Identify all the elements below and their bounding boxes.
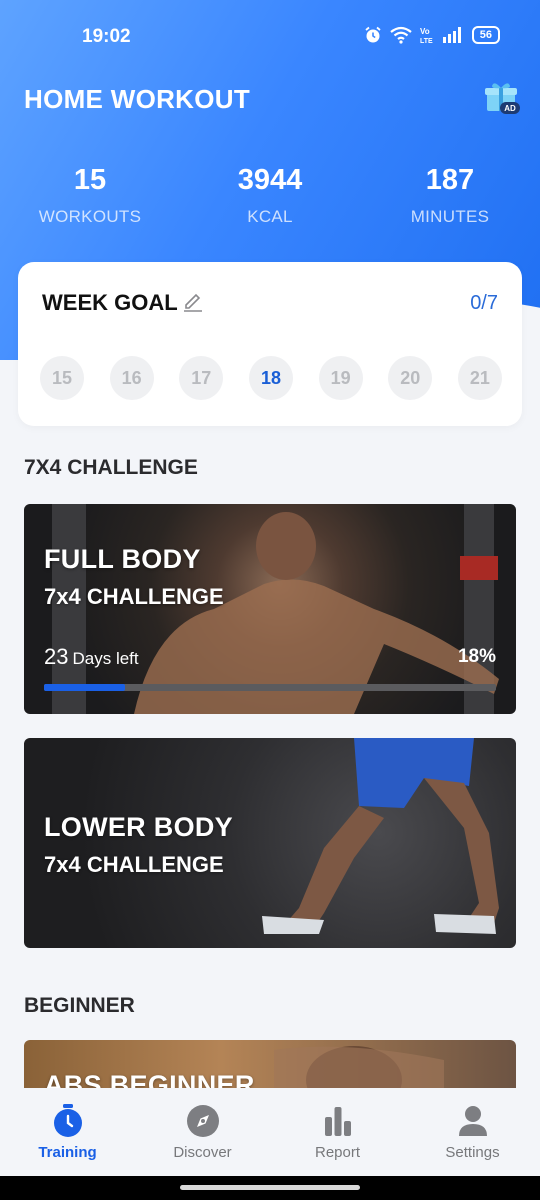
nav-discover[interactable]: Discover	[135, 1088, 270, 1176]
day-circle-today[interactable]: 18	[248, 356, 293, 400]
stat-minutes: 187 MINUTES	[360, 164, 540, 227]
nav-settings[interactable]: Settings	[405, 1088, 540, 1176]
gift-ad-icon[interactable]: AD	[484, 80, 520, 116]
edit-icon[interactable]	[182, 290, 204, 312]
nav-label: Settings	[445, 1144, 500, 1161]
week-goal-title: WEEK GOAL	[42, 290, 178, 315]
week-goal-progress: 0/7	[470, 292, 498, 314]
status-bar: 19:02 Vo LTE 56	[0, 0, 540, 72]
stat-value: 15	[73, 164, 107, 196]
alarm-icon	[365, 26, 381, 43]
day-circle[interactable]: 19	[318, 356, 363, 400]
card-title: LOWER BODY	[44, 812, 233, 842]
stat-value: 3944	[237, 164, 303, 196]
person-icon	[458, 1106, 487, 1136]
app-title: HOME WORKOUT	[24, 84, 251, 114]
volte-icon: Vo LTE	[420, 27, 433, 44]
nav-report[interactable]: Report	[270, 1088, 405, 1176]
card-subtitle: 7x4 CHALLENGE	[44, 852, 224, 877]
stat-value: 187	[425, 164, 475, 196]
progress-percent: 18%	[457, 646, 496, 667]
home-gesture-handle[interactable]	[180, 1185, 360, 1190]
ad-badge: AD	[504, 104, 516, 113]
section-title-beginner: BEGINNER	[24, 994, 135, 1017]
full-body-challenge-card[interactable]: FULL BODY 7x4 CHALLENGE 23 Days left 18%	[24, 504, 516, 714]
card-title: FULL BODY	[44, 544, 201, 574]
stat-label: MINUTES	[410, 207, 490, 226]
compass-icon	[186, 1105, 219, 1137]
day-circle[interactable]: 20	[388, 356, 433, 400]
day-circle[interactable]: 17	[179, 356, 224, 400]
stat-kcal: 3944 KCAL	[180, 164, 360, 227]
status-time: 19:02	[82, 26, 131, 47]
nav-label: Report	[314, 1144, 361, 1161]
progress-track	[44, 684, 496, 691]
stat-label: WORKOUTS	[38, 207, 142, 226]
svg-text:Vo: Vo	[420, 27, 430, 36]
lower-body-challenge-card[interactable]: LOWER BODY 7x4 CHALLENGE	[24, 738, 516, 948]
status-icons: Vo LTE 56	[364, 26, 500, 44]
stat-label: KCAL	[247, 207, 293, 226]
stopwatch-icon	[53, 1104, 82, 1137]
bar-chart-icon	[324, 1107, 351, 1136]
battery-icon: 56	[471, 26, 500, 44]
nav-label: Training	[38, 1144, 97, 1161]
signal-icon	[442, 27, 461, 43]
day-circle[interactable]: 15	[40, 356, 84, 400]
stats-row: 15 WORKOUTS 3944 KCAL 187 MINUTES	[0, 164, 540, 244]
nav-training[interactable]: Training	[0, 1088, 135, 1176]
section-title-challenge: 7X4 CHALLENGE	[24, 456, 198, 479]
wifi-icon	[390, 26, 412, 44]
bottom-nav: Training Discover Report Settings	[0, 1088, 540, 1176]
progress-fill	[44, 684, 126, 691]
day-circle[interactable]: 21	[457, 356, 502, 400]
stat-workouts: 15 WORKOUTS	[0, 164, 180, 227]
days-left-number: 23	[44, 644, 69, 669]
week-goal-card[interactable]: WEEK GOAL 0/7 15 16 17 18 19 20 21	[18, 262, 522, 426]
days-left: 23 Days left	[44, 644, 139, 670]
week-days: 15 16 17 18 19 20 21	[40, 356, 502, 400]
gesture-bar	[0, 1176, 540, 1200]
nav-label: Discover	[173, 1144, 232, 1161]
svg-text:LTE: LTE	[420, 38, 433, 44]
day-circle[interactable]: 16	[109, 356, 154, 400]
days-left-text: Days left	[72, 649, 139, 668]
athlete-image	[262, 738, 499, 934]
card-subtitle: 7x4 CHALLENGE	[44, 584, 224, 609]
